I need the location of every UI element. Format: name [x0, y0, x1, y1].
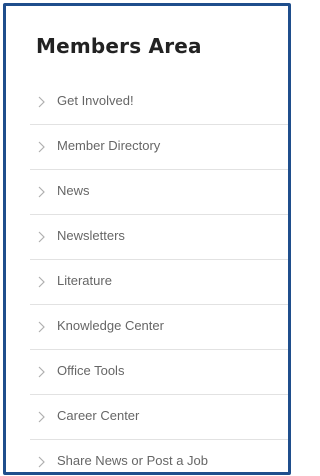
menu-item-office-tools[interactable]: Office Tools [30, 350, 288, 395]
chevron-right-icon [38, 96, 45, 108]
menu-item-label: Member Directory [57, 138, 161, 153]
menu-item-share-news[interactable]: Share News or Post a Job [30, 440, 288, 472]
panel-title: Members Area [36, 34, 202, 58]
menu-item-news[interactable]: News [30, 170, 288, 215]
chevron-right-icon [38, 366, 45, 378]
menu-item-label: Newsletters [57, 228, 125, 243]
chevron-right-icon [38, 186, 45, 198]
menu-item-literature[interactable]: Literature [30, 260, 288, 305]
chevron-right-icon [38, 411, 45, 423]
chevron-right-icon [38, 276, 45, 288]
menu-item-label: News [57, 183, 90, 198]
chevron-right-icon [38, 321, 45, 333]
chevron-right-icon [38, 141, 45, 153]
menu-item-career-center[interactable]: Career Center [30, 395, 288, 440]
menu-item-label: Office Tools [57, 363, 125, 378]
menu-item-label: Career Center [57, 408, 140, 423]
menu-item-knowledge-center[interactable]: Knowledge Center [30, 305, 288, 350]
menu-item-get-involved[interactable]: Get Involved! [30, 80, 288, 125]
chevron-right-icon [38, 456, 45, 468]
menu-item-newsletters[interactable]: Newsletters [30, 215, 288, 260]
members-menu: Get Involved! Member Directory News News… [30, 80, 288, 472]
menu-item-label: Get Involved! [57, 93, 134, 108]
members-area-panel: Members Area Get Involved! Member Direct… [3, 3, 291, 475]
menu-item-member-directory[interactable]: Member Directory [30, 125, 288, 170]
menu-item-label: Literature [57, 273, 112, 288]
menu-item-label: Knowledge Center [57, 318, 164, 333]
chevron-right-icon [38, 231, 45, 243]
menu-item-label: Share News or Post a Job [57, 453, 209, 468]
